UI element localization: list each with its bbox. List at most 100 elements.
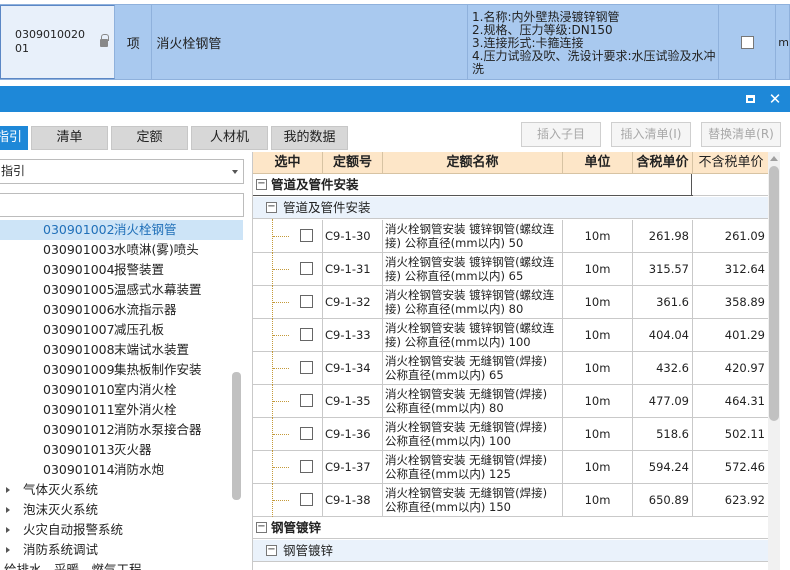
lock-icon [100, 34, 110, 47]
group-row[interactable]: − 钢管镀锌 [253, 517, 768, 539]
expand-icon [6, 487, 10, 493]
bill-checkbox-cell[interactable] [719, 5, 777, 79]
price-with-tax: 594.24 [633, 451, 693, 483]
guide-panel: 指引 030901002 消火栓钢管 030901003 水喷淋(雾)喷头 0309… [0, 152, 249, 570]
select-cell [253, 319, 323, 351]
price-without-tax: 572.46 [693, 451, 768, 483]
collapse-icon[interactable]: − [256, 179, 267, 190]
tree-item[interactable]: 030901007 减压孔板 [0, 320, 243, 340]
select-cell [253, 220, 323, 252]
close-icon: ✕ [768, 90, 782, 108]
guide-tree: 030901002 消火栓钢管 030901003 水喷淋(雾)喷头 0309010… [0, 220, 243, 570]
tree-group[interactable]: 给排水、采暖、燃气工程 [0, 560, 243, 570]
replace-bill-button[interactable]: 替换清单(R) [701, 122, 781, 147]
quota-row[interactable]: C9-1-38 消火栓钢管安装 无缝钢管(焊接) 公称直径(mm以内) 150 10… [253, 483, 768, 517]
maximize-button[interactable] [742, 91, 758, 107]
expand-icon [6, 527, 10, 533]
header-price-tax: 含税单价 [633, 152, 693, 174]
guide-select[interactable]: 指引 [0, 159, 244, 184]
tab-quota[interactable]: 定额 [111, 126, 188, 150]
quota-row[interactable]: C9-1-32 消火栓钢管安装 镀锌钢管(螺纹连接) 公称直径(mm以内) 80 1… [253, 285, 768, 319]
bill-checkbox[interactable] [740, 35, 754, 49]
tree-item[interactable]: 030901009 集热板制作安装 [0, 360, 243, 380]
quota-code: C9-1-33 [323, 319, 383, 351]
tree-item[interactable]: 030901004 报警装置 [0, 260, 243, 280]
quota-unit: 10m [563, 319, 633, 351]
quota-code: C9-1-38 [323, 484, 383, 516]
quota-row[interactable]: C9-1-30 消火栓钢管安装 镀锌钢管(螺纹连接) 公称直径(mm以内) 50 1… [253, 219, 768, 253]
tree-group[interactable]: 消防系统调试 [0, 540, 243, 560]
quota-unit: 10m [563, 418, 633, 450]
quota-name: 消火栓钢管安装 镀锌钢管(螺纹连接) 公称直径(mm以内) 80 [383, 286, 563, 318]
quota-row[interactable]: C9-1-31 消火栓钢管安装 镀锌钢管(螺纹连接) 公称直径(mm以内) 65 1… [253, 252, 768, 286]
price-with-tax: 650.89 [633, 484, 693, 516]
bill-name: 消火栓钢管 [156, 36, 222, 52]
bill-features-cell: 1.名称:内外壁热浸镀锌钢管 2.规格、压力等级:DN150 3.连接形式:卡箍… [468, 5, 719, 79]
quota-name: 消火栓钢管安装 镀锌钢管(螺纹连接) 公称直径(mm以内) 50 [383, 220, 563, 252]
tree-group[interactable]: 泡沫灭火系统 [0, 500, 243, 520]
tree-group[interactable]: 气体灭火系统 [0, 480, 243, 500]
tree-item[interactable]: 030901006 水流指示器 [0, 300, 243, 320]
quota-row[interactable]: C9-1-34 消火栓钢管安装 无缝钢管(焊接) 公称直径(mm以内) 65 10m… [253, 351, 768, 385]
tree-item[interactable]: 030901002 消火栓钢管 [0, 220, 243, 240]
quota-row[interactable]: C9-1-33 消火栓钢管安装 镀锌钢管(螺纹连接) 公称直径(mm以内) 100… [253, 318, 768, 352]
quota-code: C9-1-32 [323, 286, 383, 318]
price-without-tax: 623.92 [693, 484, 768, 516]
select-cell [253, 484, 323, 516]
close-button[interactable]: ✕ [767, 91, 783, 107]
scrollbar-thumb[interactable] [769, 166, 779, 421]
price-with-tax: 361.6 [633, 286, 693, 318]
tree-scrollbar[interactable] [232, 372, 241, 500]
price-without-tax: 358.89 [693, 286, 768, 318]
subgroup-row[interactable]: − 管道及管件安装 [253, 197, 768, 219]
group-row[interactable]: − 管道及管件安装 [253, 174, 768, 196]
search-input[interactable] [0, 193, 244, 217]
quota-row[interactable]: C9-1-37 消火栓钢管安装 无缝钢管(焊接) 公称直径(mm以内) 125 10… [253, 450, 768, 484]
tree-item[interactable]: 030901010 室内消火栓 [0, 380, 243, 400]
header-unit: 单位 [563, 152, 633, 174]
tree-item[interactable]: 030901008 末端试水装置 [0, 340, 243, 360]
tab-my-data[interactable]: 我的数据 [271, 126, 348, 150]
tab-bill[interactable]: 清单 [31, 126, 108, 150]
collapse-icon[interactable]: − [266, 545, 277, 556]
quota-name: 消火栓钢管安装 无缝钢管(焊接) 公称直径(mm以内) 100 [383, 418, 563, 450]
tree-item[interactable]: 030901014 消防水炮 [0, 460, 243, 480]
collapse-icon[interactable]: − [256, 522, 267, 533]
bill-name-cell: 消火栓钢管 [152, 5, 468, 79]
scroll-up-icon[interactable] [770, 156, 778, 161]
price-with-tax: 477.09 [633, 385, 693, 417]
tab-materials[interactable]: 人材机 [191, 126, 268, 150]
quota-row[interactable]: C9-1-35 消火栓钢管安装 无缝钢管(焊接) 公称直径(mm以内) 80 10m… [253, 384, 768, 418]
collapse-icon[interactable]: − [266, 202, 277, 213]
quota-unit: 10m [563, 286, 633, 318]
select-cell [253, 385, 323, 417]
quota-row[interactable]: C9-1-36 消火栓钢管安装 无缝钢管(焊接) 公称直径(mm以内) 100 10… [253, 417, 768, 451]
quota-name: 消火栓钢管安装 无缝钢管(焊接) 公称直径(mm以内) 80 [383, 385, 563, 417]
price-with-tax: 261.98 [633, 220, 693, 252]
quota-code: C9-1-36 [323, 418, 383, 450]
tree-item[interactable]: 030901011 室外消火栓 [0, 400, 243, 420]
insert-item-button[interactable]: 插入子目 [521, 122, 601, 147]
tree-item[interactable]: 030901012 消防水泵接合器 [0, 420, 243, 440]
insert-bill-button[interactable]: 插入清单(I) [611, 122, 691, 147]
quota-name: 消火栓钢管安装 无缝钢管(焊接) 公称直径(mm以内) 65 [383, 352, 563, 384]
selected-bill-row[interactable]: 030901002001 项 消火栓钢管 1.名称:内外壁热浸镀锌钢管 2.规格… [0, 4, 790, 80]
price-without-tax: 420.97 [693, 352, 768, 384]
tab-guide[interactable]: 指引 [0, 126, 28, 150]
tree-item[interactable]: 030901013 灭火器 [0, 440, 243, 460]
tree-group[interactable]: 火灾自动报警系统 [0, 520, 243, 540]
quota-grid: 选中 定额号 定额名称 单位 含税单价 不含税单价 − 管道及管件安装 − 管道… [252, 152, 768, 570]
bill-code-cell[interactable]: 030901002001 [0, 5, 116, 79]
header-code: 定额号 [323, 152, 383, 174]
price-without-tax: 464.31 [693, 385, 768, 417]
tree-item[interactable]: 030901005 温感式水幕装置 [0, 280, 243, 300]
select-cell [253, 451, 323, 483]
grid-scrollbar[interactable] [768, 152, 780, 570]
quota-unit: 10m [563, 253, 633, 285]
grid-header: 选中 定额号 定额名称 单位 含税单价 不含税单价 [253, 152, 768, 174]
subgroup-row[interactable]: − 钢管镀锌 [253, 540, 768, 562]
price-with-tax: 432.6 [633, 352, 693, 384]
tree-item[interactable]: 030901003 水喷淋(雾)喷头 [0, 240, 243, 260]
quota-code: C9-1-31 [323, 253, 383, 285]
select-cell [253, 352, 323, 384]
